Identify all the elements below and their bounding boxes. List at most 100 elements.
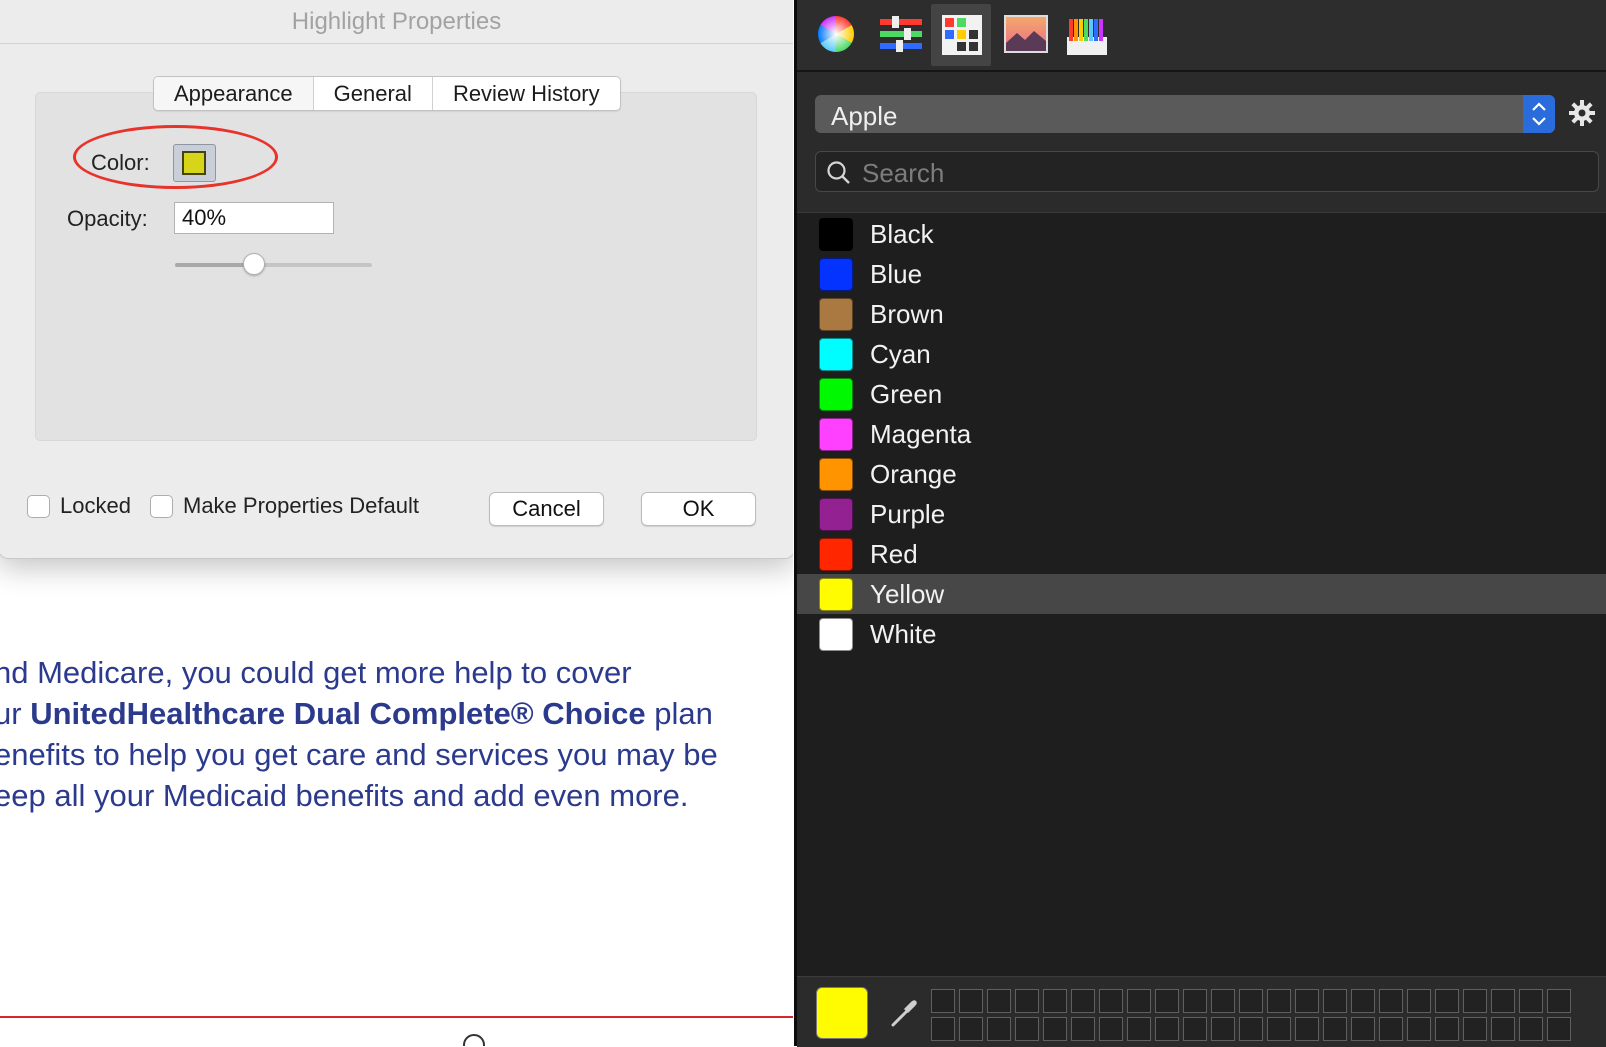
current-color-well[interactable]	[816, 987, 868, 1039]
custom-swatch-slot[interactable]	[1379, 989, 1403, 1013]
custom-swatch-slot[interactable]	[1519, 989, 1543, 1013]
color-name: Red	[870, 539, 918, 569]
document-line: enefits to help you get care and service…	[0, 734, 793, 775]
document-text: nd Medicare, you could get more help to …	[0, 655, 632, 690]
tab-review-history[interactable]: Review History	[431, 77, 620, 110]
custom-swatch-slot[interactable]	[1407, 989, 1431, 1013]
custom-swatch-slot[interactable]	[1211, 1017, 1235, 1041]
custom-swatch-slot[interactable]	[1323, 1017, 1347, 1041]
color-list-item-yellow[interactable]: Yellow	[797, 574, 1606, 614]
color-list-item-orange[interactable]: Orange	[797, 454, 1606, 494]
custom-swatches	[931, 989, 1571, 1041]
custom-swatch-slot[interactable]	[1547, 1017, 1571, 1041]
custom-swatch-slot[interactable]	[959, 989, 983, 1013]
custom-swatch-slot[interactable]	[1015, 989, 1039, 1013]
custom-swatch-slot[interactable]	[1183, 1017, 1207, 1041]
document-text: plan	[645, 696, 713, 731]
custom-swatch-slot[interactable]	[1407, 1017, 1431, 1041]
custom-swatch-slot[interactable]	[931, 1017, 955, 1041]
custom-swatch-slot[interactable]	[1043, 1017, 1067, 1041]
color-sliders-tab[interactable]	[869, 4, 929, 66]
custom-swatch-slot[interactable]	[1099, 989, 1123, 1013]
custom-swatch-slot[interactable]	[1435, 1017, 1459, 1041]
custom-swatch-slot[interactable]	[959, 1017, 983, 1041]
title-separator	[0, 43, 793, 44]
opacity-slider-thumb[interactable]	[242, 253, 265, 275]
pencils-tab[interactable]	[1056, 4, 1116, 66]
custom-swatch-slot[interactable]	[1127, 989, 1151, 1013]
custom-swatch-slot[interactable]	[1155, 1017, 1179, 1041]
palette-list-label: Apple	[831, 101, 898, 131]
color-list-item-black[interactable]: Black	[797, 214, 1606, 254]
custom-swatch-slot[interactable]	[1183, 989, 1207, 1013]
color-list-item-white[interactable]: White	[797, 614, 1606, 654]
color-name: Blue	[870, 259, 923, 289]
color-list-item-magenta[interactable]: Magenta	[797, 414, 1606, 454]
custom-swatch-slot[interactable]	[1463, 989, 1487, 1013]
cursor-crosshair-icon	[463, 1034, 485, 1046]
custom-swatch-slot[interactable]	[1463, 1017, 1487, 1041]
make-default-checkbox[interactable]	[150, 495, 173, 518]
custom-swatch-slot[interactable]	[1071, 989, 1095, 1013]
custom-swatch-slot[interactable]	[1211, 989, 1235, 1013]
ok-button[interactable]: OK	[641, 492, 756, 526]
color-list-item-purple[interactable]: Purple	[797, 494, 1606, 534]
annotation-ellipse	[73, 125, 278, 189]
custom-swatch-slot[interactable]	[1015, 1017, 1039, 1041]
color-list-item-cyan[interactable]: Cyan	[797, 334, 1606, 374]
color-chip	[819, 418, 853, 451]
custom-swatch-slot[interactable]	[1519, 1017, 1543, 1041]
custom-swatch-slot[interactable]	[1435, 989, 1459, 1013]
gear-icon[interactable]	[1568, 99, 1596, 132]
tab-bar: Appearance General Review History	[153, 76, 621, 111]
custom-swatch-slot[interactable]	[987, 989, 1011, 1013]
color-chip	[819, 578, 853, 611]
cancel-button[interactable]: Cancel	[489, 492, 604, 526]
custom-swatch-slot[interactable]	[987, 1017, 1011, 1041]
image-palettes-tab[interactable]	[994, 4, 1054, 66]
custom-swatch-slot[interactable]	[1155, 989, 1179, 1013]
custom-swatch-slot[interactable]	[931, 989, 955, 1013]
custom-swatch-slot[interactable]	[1099, 1017, 1123, 1041]
color-list-item-green[interactable]: Green	[797, 374, 1606, 414]
custom-swatch-slot[interactable]	[1127, 1017, 1151, 1041]
custom-swatch-slot[interactable]	[1351, 989, 1375, 1013]
custom-swatch-slot[interactable]	[1547, 989, 1571, 1013]
color-chip	[819, 218, 853, 251]
document-bold-text: UnitedHealthcare Dual Complete® Choice	[30, 696, 646, 731]
color-chip	[819, 338, 853, 371]
color-palettes-tab[interactable]	[931, 4, 991, 66]
custom-swatch-slot[interactable]	[1323, 989, 1347, 1013]
custom-swatch-slot[interactable]	[1295, 1017, 1319, 1041]
color-list-item-brown[interactable]: Brown	[797, 294, 1606, 334]
color-chip	[819, 458, 853, 491]
custom-swatch-slot[interactable]	[1351, 1017, 1375, 1041]
custom-swatch-slot[interactable]	[1267, 989, 1291, 1013]
document-divider	[0, 1016, 793, 1018]
opacity-slider[interactable]	[175, 253, 372, 275]
color-list-item-blue[interactable]: Blue	[797, 254, 1606, 294]
color-name: Brown	[870, 299, 944, 329]
custom-swatch-slot[interactable]	[1043, 989, 1067, 1013]
custom-swatch-slot[interactable]	[1491, 1017, 1515, 1041]
opacity-field[interactable]	[174, 202, 334, 234]
eyedropper-icon[interactable]	[889, 997, 919, 1034]
color-list-item-red[interactable]: Red	[797, 534, 1606, 574]
make-default-label: Make Properties Default	[183, 493, 419, 518]
search-field[interactable]: Search	[815, 151, 1599, 192]
tab-appearance[interactable]: Appearance	[154, 77, 313, 110]
custom-swatch-slot[interactable]	[1267, 1017, 1291, 1041]
custom-swatch-slot[interactable]	[1295, 989, 1319, 1013]
custom-swatch-slot[interactable]	[1491, 989, 1515, 1013]
locked-checkbox[interactable]	[27, 495, 50, 518]
color-wheel-tab[interactable]	[806, 4, 866, 66]
custom-swatch-slot[interactable]	[1379, 1017, 1403, 1041]
color-palettes-icon	[942, 15, 982, 55]
custom-swatch-slot[interactable]	[1239, 1017, 1263, 1041]
color-name: Orange	[870, 459, 957, 489]
custom-swatch-slot[interactable]	[1071, 1017, 1095, 1041]
tab-general[interactable]: General	[312, 77, 432, 110]
custom-swatch-slot[interactable]	[1239, 989, 1263, 1013]
color-chip	[819, 618, 853, 651]
palette-list-popup[interactable]: Apple	[815, 95, 1555, 133]
